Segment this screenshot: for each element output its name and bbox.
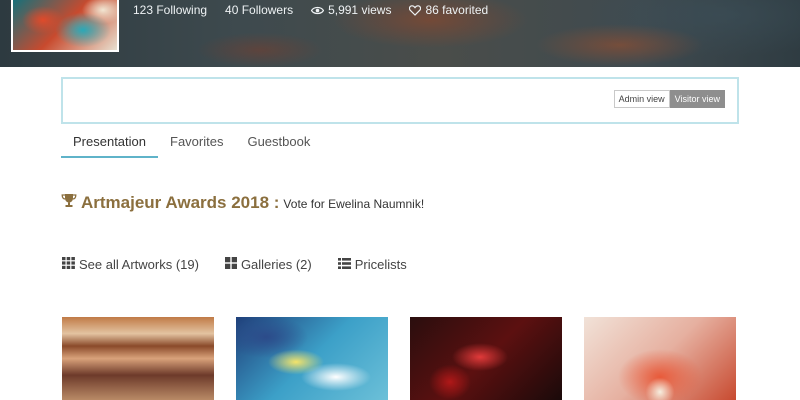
artwork-thumbnail[interactable] xyxy=(62,317,214,400)
pricelists-label: Pricelists xyxy=(354,257,407,272)
eye-icon xyxy=(311,6,325,15)
artwork-links: See all Artworks (19) Galleries (2) Pric… xyxy=(62,257,407,272)
profile-stats: 123 Following 40 Followers 5,991 views 8… xyxy=(133,3,488,17)
artwork-thumbnail[interactable] xyxy=(236,317,388,400)
pricelists-link[interactable]: Pricelists xyxy=(337,257,407,272)
followers-label: 40 Followers xyxy=(225,3,294,17)
artwork-grid xyxy=(62,317,736,400)
avatar[interactable] xyxy=(11,0,119,52)
see-all-artworks-label: See all Artworks (19) xyxy=(79,257,199,272)
grid-icon xyxy=(62,257,75,272)
view-mode-panel: Admin view Visitor view xyxy=(61,77,739,124)
artwork-thumbnail[interactable] xyxy=(410,317,562,400)
favorited-count: 86 favorited xyxy=(409,3,488,17)
awards-banner: Artmajeur Awards 2018 : Vote for Ewelina… xyxy=(61,193,424,213)
list-icon xyxy=(337,257,351,272)
tab-guestbook[interactable]: Guestbook xyxy=(235,128,322,158)
following-count[interactable]: 123 Following xyxy=(133,3,207,17)
awards-subtitle[interactable]: Vote for Ewelina Naumnik! xyxy=(283,197,424,211)
galleries-label: Galleries (2) xyxy=(240,257,312,272)
profile-banner: 123 Following 40 Followers 5,991 views 8… xyxy=(0,0,800,67)
artwork-thumbnail[interactable] xyxy=(584,317,736,400)
visitor-view-button[interactable]: Visitor view xyxy=(669,90,725,108)
heart-icon xyxy=(409,4,422,16)
view-toggle: Admin view Visitor view xyxy=(613,90,725,108)
see-all-artworks-link[interactable]: See all Artworks (19) xyxy=(62,257,199,272)
tab-presentation[interactable]: Presentation xyxy=(61,128,158,158)
awards-title[interactable]: Artmajeur Awards 2018 : xyxy=(81,193,279,213)
galleries-link[interactable]: Galleries (2) xyxy=(224,257,312,272)
tab-favorites[interactable]: Favorites xyxy=(158,128,235,158)
profile-tabs: Presentation Favorites Guestbook xyxy=(61,128,322,158)
views-count: 5,991 views xyxy=(311,3,391,17)
gallery-icon xyxy=(224,257,237,272)
trophy-icon xyxy=(61,193,77,213)
views-label: 5,991 views xyxy=(328,3,392,17)
admin-view-button[interactable]: Admin view xyxy=(613,90,670,108)
favorited-label: 86 favorited xyxy=(425,3,489,17)
followers-count[interactable]: 40 Followers xyxy=(225,3,293,17)
following-label: 123 Following xyxy=(133,3,208,17)
